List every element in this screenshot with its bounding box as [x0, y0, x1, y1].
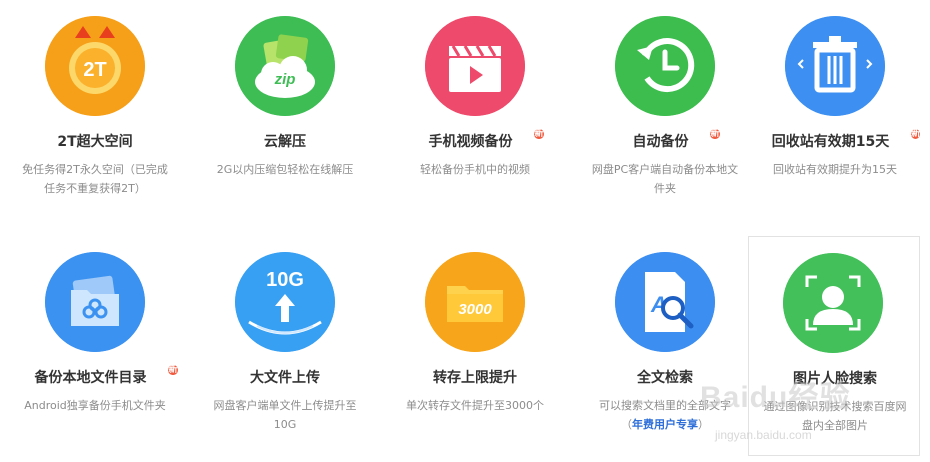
- svg-text:zip: zip: [274, 71, 296, 88]
- feature-title: 手机视频备份: [428, 134, 513, 150]
- feature-title: 全文检索: [637, 370, 693, 386]
- trash-bin-icon: [785, 16, 885, 116]
- feature-face-search[interactable]: 图片人脸搜索 通过图像识别技术搜索百度网盘内全部图片: [748, 236, 920, 456]
- feature-folder-backup[interactable]: 备份本地文件目录 新 Android独享备份手机文件夹: [0, 236, 190, 462]
- feature-title: 云解压: [264, 134, 306, 150]
- feature-desc: 回收站有效期提升为15天: [773, 163, 897, 176]
- svg-text:3000: 3000: [458, 301, 492, 318]
- feature-title: 备份本地文件目录: [34, 370, 147, 386]
- vip-label: 年费用户专享: [632, 418, 698, 431]
- upload-10g-icon: 10G: [235, 252, 335, 352]
- feature-desc: 单次转存文件提升至3000个: [406, 399, 544, 412]
- feature-desc: 网盘客户端单文件上传提升至10G: [213, 399, 357, 431]
- 2t-badge-icon: 2T: [45, 16, 145, 116]
- new-badge: 新: [534, 129, 544, 139]
- feature-title: 2T超大空间: [57, 134, 133, 150]
- feature-desc: 免任务得2T永久空间（已完成任务不重复获得2T）: [22, 163, 168, 195]
- feature-title: 回收站有效期15天: [771, 134, 890, 150]
- doc-search-icon: A: [615, 252, 715, 352]
- face-scan-icon: [783, 253, 883, 353]
- feature-transfer-limit[interactable]: 3000 转存上限提升 单次转存文件提升至3000个: [380, 236, 570, 462]
- feature-desc: 2G以内压缩包轻松在线解压: [216, 163, 354, 176]
- svg-text:10G: 10G: [266, 269, 304, 291]
- video-clapper-icon: [425, 16, 525, 116]
- feature-title: 自动备份: [632, 134, 689, 150]
- feature-cloud-unzip[interactable]: zip 云解压 2G以内压缩包轻松在线解压: [190, 0, 380, 226]
- watermark-logo: Baidu经验: [700, 381, 851, 414]
- folder-backup-icon: [45, 252, 145, 352]
- feature-recycle-bin[interactable]: 回收站有效期15天 新 回收站有效期提升为15天: [740, 0, 930, 226]
- folder-3000-icon: 3000: [425, 252, 525, 352]
- new-badge: 新: [911, 129, 921, 139]
- watermark-url: jingyan.baidu.com: [715, 428, 812, 442]
- feature-video-backup[interactable]: 手机视频备份 新 轻松备份手机中的视频: [380, 0, 570, 226]
- feature-desc: 网盘PC客户端自动备份本地文件夹: [591, 163, 739, 195]
- feature-title: 大文件上传: [250, 370, 320, 386]
- clock-backup-icon: [615, 16, 715, 116]
- svg-text:2T: 2T: [83, 59, 106, 81]
- feature-desc: 轻松备份手机中的视频: [420, 163, 530, 176]
- new-badge: 新: [168, 365, 178, 375]
- new-badge: 新: [710, 129, 720, 139]
- feature-title: 转存上限提升: [433, 370, 517, 386]
- zip-cloud-icon: zip: [235, 16, 335, 116]
- feature-2t-space[interactable]: 2T 2T超大空间 免任务得2T永久空间（已完成任务不重复获得2T）: [0, 0, 190, 226]
- feature-auto-backup[interactable]: 自动备份 新 网盘PC客户端自动备份本地文件夹: [570, 0, 760, 226]
- feature-desc: Android独享备份手机文件夹: [24, 399, 166, 412]
- feature-large-upload[interactable]: 10G 大文件上传 网盘客户端单文件上传提升至10G: [190, 236, 380, 462]
